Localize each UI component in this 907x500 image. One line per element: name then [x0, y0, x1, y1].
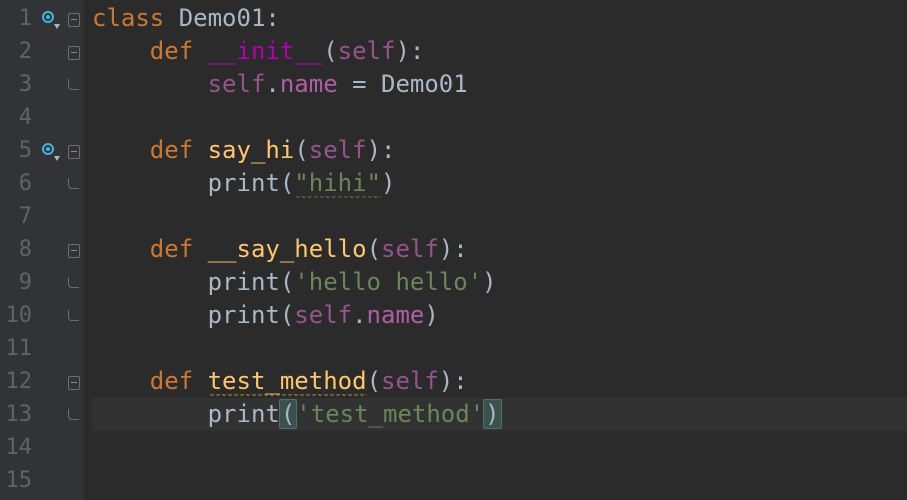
self-param: self — [381, 235, 439, 263]
code-line[interactable]: def test_method(self): — [92, 365, 907, 398]
class-name: Demo01 — [179, 4, 266, 32]
code-editor[interactable]: 1 2 3 4 5 6 — [0, 0, 907, 500]
attribute: name — [280, 70, 338, 98]
function-call: print — [208, 268, 280, 296]
code-line-current[interactable]: print('test_method') — [92, 398, 907, 431]
line-number: 9 — [0, 266, 38, 299]
line-number: 10 — [0, 299, 38, 332]
code-line[interactable]: def say_hi(self): — [92, 134, 907, 167]
keyword: def — [150, 367, 193, 395]
line-number: 4 — [0, 101, 38, 134]
string-literal: 'hello hello' — [294, 268, 482, 296]
line-number: 11 — [0, 332, 38, 365]
attribute: name — [367, 301, 425, 329]
fold-toggle-icon[interactable] — [68, 145, 78, 157]
line-number: 3 — [0, 68, 38, 101]
gutter: 1 2 3 4 5 6 — [0, 0, 84, 500]
override-icon[interactable] — [38, 143, 62, 159]
code-line[interactable] — [92, 332, 907, 365]
code-line[interactable] — [92, 464, 907, 497]
function-name: __say_hello — [208, 235, 367, 263]
keyword: def — [150, 235, 193, 263]
code-line[interactable]: print('hello hello') — [92, 266, 907, 299]
fold-end-icon — [68, 277, 78, 289]
keyword: class — [92, 4, 164, 32]
fold-end-icon — [68, 409, 78, 421]
keyword: def — [150, 37, 193, 65]
line-number: 5 — [0, 134, 38, 167]
code-line[interactable]: class Demo01: — [92, 2, 907, 35]
code-line[interactable] — [92, 101, 907, 134]
code-line[interactable]: self.name = Demo01 — [92, 68, 907, 101]
self-ref: self — [294, 301, 352, 329]
fold-toggle-icon[interactable] — [68, 376, 78, 388]
code-line[interactable] — [92, 431, 907, 464]
self-param: self — [309, 136, 367, 164]
self-param: self — [338, 37, 396, 65]
code-area[interactable]: class Demo01: def __init__(self): self.n… — [84, 0, 907, 500]
line-number: 14 — [0, 431, 38, 464]
function-call: print — [208, 169, 280, 197]
fold-end-icon — [68, 310, 78, 322]
identifier: Demo01 — [381, 70, 468, 98]
line-number: 8 — [0, 233, 38, 266]
fold-toggle-icon[interactable] — [68, 13, 78, 25]
code-line[interactable]: def __say_hello(self): — [92, 233, 907, 266]
code-line[interactable] — [92, 200, 907, 233]
self-ref: self — [208, 70, 266, 98]
fold-end-icon — [68, 178, 78, 190]
function-name: say_hi — [208, 136, 295, 164]
string-literal: "hihi" — [294, 169, 381, 199]
function-name: __init__ — [208, 37, 324, 65]
line-number: 15 — [0, 464, 38, 497]
fold-toggle-icon[interactable] — [68, 244, 78, 256]
matched-paren: ( — [279, 399, 297, 429]
keyword: def — [150, 136, 193, 164]
matched-paren: ) — [483, 399, 501, 429]
function-call: print — [208, 400, 280, 428]
code-line[interactable]: print("hihi") — [92, 167, 907, 200]
line-number: 13 — [0, 398, 38, 431]
fold-end-icon — [68, 79, 78, 91]
line-number: 7 — [0, 200, 38, 233]
override-icon[interactable] — [38, 11, 62, 27]
function-call: print — [208, 301, 280, 329]
line-number: 12 — [0, 365, 38, 398]
fold-toggle-icon[interactable] — [68, 46, 78, 58]
code-line[interactable]: print(self.name) — [92, 299, 907, 332]
line-number: 6 — [0, 167, 38, 200]
line-number: 1 — [0, 2, 38, 35]
string-literal: 'test_method' — [296, 400, 484, 428]
function-name: test_method — [208, 367, 367, 397]
line-number: 2 — [0, 35, 38, 68]
self-param: self — [381, 367, 439, 395]
code-line[interactable]: def __init__(self): — [92, 35, 907, 68]
